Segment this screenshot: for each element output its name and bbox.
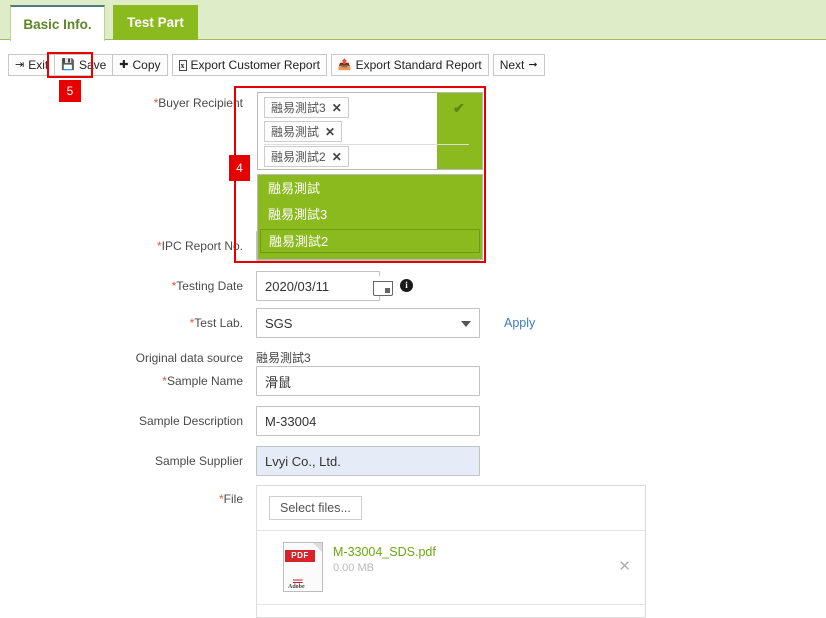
test-lab-select[interactable]: SGS: [256, 308, 480, 338]
row-test-lab: *Test Lab. SGS Apply: [0, 308, 826, 338]
ipc-report-no-label: *IPC Report No.: [156, 239, 243, 253]
file-uploader: Select files... PDF ‗ Adobe M-33004_SDS.…: [256, 485, 646, 618]
download-icon: 📤: [337, 58, 352, 71]
sample-name-input[interactable]: [256, 366, 480, 396]
sample-supplier-input[interactable]: [256, 446, 480, 476]
buyer-recipient-chip-2[interactable]: 融易測試2 ✕: [264, 146, 349, 167]
sample-description-control: [256, 406, 480, 436]
chip-label: 融易測試2: [271, 150, 326, 164]
next-button-label: Next: [499, 58, 525, 72]
copy-button[interactable]: ✚ Copy: [112, 54, 168, 76]
exit-icon: ⇥: [15, 58, 25, 71]
test-lab-label: *Test Lab.: [189, 316, 243, 330]
sample-name-label: *Sample Name: [162, 374, 243, 388]
pdf-type-label: PDF: [285, 550, 315, 562]
adobe-brand-label: Adobe: [288, 584, 305, 590]
chip-remove-icon[interactable]: ✕: [325, 125, 335, 139]
file-uploader-header: Select files...: [257, 486, 645, 531]
test-lab-control: SGS: [256, 308, 480, 338]
row-sample-description: Sample Description: [0, 406, 826, 436]
file-name-link[interactable]: M-33004_SDS.pdf: [333, 545, 436, 559]
sample-description-label: Sample Description: [138, 414, 243, 428]
row-sample-name: *Sample Name: [0, 366, 826, 396]
file-uploader-footer: [257, 605, 645, 617]
chip-label: 融易測試3: [271, 101, 326, 115]
export-standard-report-button[interactable]: 📤 Export Standard Report: [330, 54, 489, 76]
buyer-recipient-chip-0[interactable]: 融易測試3 ✕: [264, 97, 349, 118]
select-files-button[interactable]: Select files...: [269, 496, 362, 520]
sample-description-input[interactable]: [256, 406, 480, 436]
info-icon[interactable]: i: [400, 279, 413, 292]
buyer-recipient-token-box[interactable]: ✔ 融易測試3 ✕ 融易測試 ✕ 融易測試2 ✕: [257, 92, 483, 170]
buyer-recipient-multiselect-highlight: ✔ 融易測試3 ✕ 融易測試 ✕ 融易測試2 ✕ 融易測試 融易測試3 融易測試…: [234, 86, 486, 263]
adobe-swoosh-icon: ‗: [293, 562, 303, 583]
testing-date-label: *Testing Date: [171, 279, 243, 293]
buyer-recipient-label: *Buyer Recipient: [153, 96, 243, 110]
remove-file-icon[interactable]: ✕: [618, 557, 631, 575]
testing-date-input[interactable]: [256, 271, 380, 301]
tab-basic-info[interactable]: Basic Info.: [10, 5, 105, 41]
save-button[interactable]: 💾 Save: [54, 54, 114, 76]
row-sample-supplier: Sample Supplier: [0, 446, 826, 476]
copy-button-label: Copy: [132, 58, 161, 72]
chip-label: 融易測試: [271, 125, 320, 139]
pdf-file-icon: PDF ‗ Adobe: [283, 542, 323, 592]
plus-icon: ✚: [119, 58, 129, 71]
chevron-down-icon: [461, 321, 471, 327]
check-icon: ✔: [453, 100, 465, 116]
row-testing-date: *Testing Date i: [0, 271, 826, 301]
sample-supplier-label: Sample Supplier: [154, 454, 243, 468]
chip-remove-icon[interactable]: ✕: [332, 150, 342, 164]
buyer-recipient-option-2[interactable]: 融易測試2: [260, 229, 480, 253]
apply-link[interactable]: Apply: [504, 308, 535, 338]
next-button[interactable]: Next ➞: [492, 54, 545, 76]
toolbar: ⇥ Exit 💾 Save ✚ Copy x Export Customer R…: [8, 54, 545, 76]
export-customer-report-label: Export Customer Report: [190, 58, 320, 72]
file-list-item: PDF ‗ Adobe M-33004_SDS.pdf 0.00 MB ✕: [257, 531, 645, 605]
buyer-recipient-confirm-panel[interactable]: ✔: [437, 93, 482, 169]
calendar-icon[interactable]: [373, 276, 393, 296]
token-box-divider: [264, 144, 469, 145]
test-lab-selected-value: SGS: [265, 315, 293, 331]
exit-button[interactable]: ⇥ Exit: [8, 54, 56, 76]
step-marker-4: 4: [229, 155, 250, 181]
excel-icon: x: [178, 59, 187, 71]
file-label: *File: [218, 492, 243, 506]
tab-test-part[interactable]: Test Part: [113, 5, 198, 40]
tab-bar: Basic Info. Test Part: [0, 0, 826, 41]
buyer-recipient-option-list[interactable]: 融易測試 融易測試3 融易測試2: [257, 174, 483, 260]
tab-test-part-label: Test Part: [127, 15, 184, 30]
exit-button-label: Exit: [28, 58, 49, 72]
export-standard-report-label: Export Standard Report: [355, 58, 482, 72]
testing-date-control: i: [256, 271, 486, 301]
chip-remove-icon[interactable]: ✕: [332, 101, 342, 115]
export-customer-report-button[interactable]: x Export Customer Report: [171, 54, 327, 76]
buyer-recipient-chip-1[interactable]: 融易測試 ✕: [264, 121, 343, 142]
save-button-label: Save: [78, 58, 107, 72]
buyer-recipient-option-1[interactable]: 融易測試3: [260, 203, 480, 227]
floppy-disk-icon: 💾: [61, 58, 75, 71]
sample-supplier-control: [256, 446, 480, 476]
file-size-label: 0.00 MB: [333, 562, 374, 574]
arrow-right-icon: ➞: [528, 58, 538, 71]
buyer-recipient-option-0[interactable]: 融易測試: [260, 177, 480, 201]
tab-basic-info-label: Basic Info.: [23, 16, 92, 32]
sample-name-control: [256, 366, 480, 396]
